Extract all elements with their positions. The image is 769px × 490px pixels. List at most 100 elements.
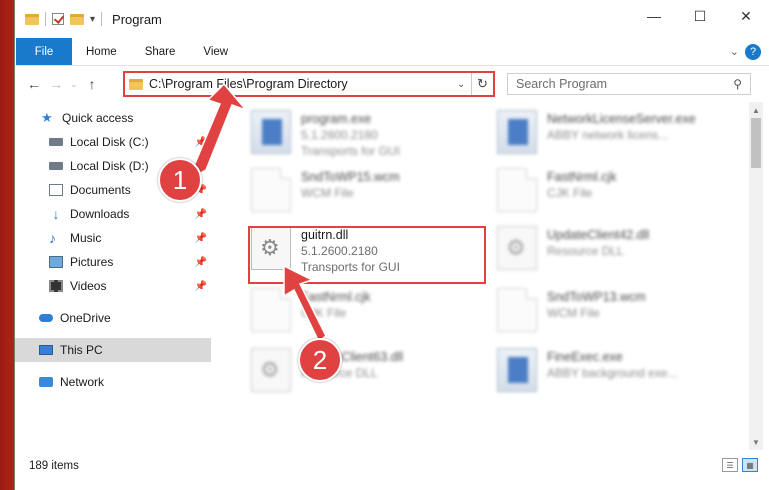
file-icon [497, 288, 537, 332]
maximize-button[interactable]: ☐ [677, 0, 723, 32]
refresh-icon[interactable]: ↻ [471, 73, 493, 95]
recent-locations-icon[interactable]: ⌄ [67, 79, 81, 90]
up-button[interactable]: ↑ [81, 76, 103, 92]
file-icon [251, 168, 291, 212]
tab-file[interactable]: File [16, 38, 72, 65]
file-item[interactable]: FastNrml.cjk CJK File [251, 286, 486, 340]
scroll-up-icon[interactable]: ▲ [749, 102, 763, 118]
details-view-icon[interactable]: ☰ [722, 458, 738, 472]
pin-icon[interactable]: 📌 [195, 209, 207, 220]
file-name: program.exe [301, 112, 372, 126]
file-item[interactable]: SndToWP13.wcm WCM File [497, 286, 732, 340]
file-item[interactable]: ⚙ UpdateClient42.dll Resource DLL [497, 224, 732, 278]
application-icon [251, 110, 291, 154]
help-icon[interactable]: ? [745, 43, 761, 60]
search-box[interactable]: ⚲ [507, 73, 751, 95]
folder-icon[interactable] [25, 13, 39, 25]
minimize-button[interactable]: — [631, 0, 677, 32]
ribbon-tabs: File Home Share View ⌄ ? [15, 38, 769, 66]
forward-button[interactable]: → [45, 76, 67, 92]
folder-icon [129, 78, 143, 90]
step-badge-1: 1 [158, 158, 202, 202]
divider [45, 12, 46, 26]
step-badge-2: 2 [298, 338, 342, 382]
divider [101, 12, 103, 26]
file-item[interactable]: FastNrml.cjk CJK File [497, 166, 732, 220]
address-path[interactable]: C:\Program Files\Program Directory [149, 77, 457, 91]
expand-ribbon-icon[interactable]: ⌄ [730, 45, 739, 58]
view-buttons: ☰ ▦ [722, 458, 758, 472]
vertical-scrollbar[interactable]: ▲ ▼ [749, 102, 763, 450]
drive-icon [49, 138, 63, 146]
pictures-icon [49, 256, 63, 268]
sidebar-item-label: Music [70, 231, 102, 245]
file-item[interactable]: ⚙ UpdateClient63.dll Resource DLL [251, 346, 486, 400]
highlight-box [248, 226, 486, 284]
pin-icon[interactable]: 📌 [195, 257, 207, 268]
sidebar-item-onedrive[interactable]: OneDrive [15, 306, 211, 330]
file-icon [497, 168, 537, 212]
sidebar-item-music[interactable]: ♪ Music 📌 [15, 226, 211, 250]
tab-view[interactable]: View [189, 38, 242, 65]
star-icon: ★ [41, 110, 53, 125]
file-icon [251, 288, 291, 332]
sidebar-item-this-pc[interactable]: This PC [15, 338, 211, 362]
tab-home[interactable]: Home [72, 38, 131, 65]
pin-icon[interactable]: 📌 [195, 281, 207, 292]
file-detail: WCM File [547, 306, 600, 320]
sidebar-item-label: This PC [60, 343, 103, 357]
chevron-down-icon[interactable]: ⌄ [457, 79, 471, 90]
file-name: FineExec.exe [547, 350, 623, 364]
back-button[interactable]: ← [23, 76, 45, 92]
properties-icon[interactable] [52, 13, 64, 25]
address-bar[interactable]: C:\Program Files\Program Directory ⌄ ↻ [123, 71, 495, 97]
tiles-view-icon[interactable]: ▦ [742, 458, 758, 472]
pin-icon[interactable]: 📌 [195, 233, 207, 244]
file-detail: Transports for GUI [301, 144, 400, 158]
new-folder-icon[interactable] [70, 13, 84, 25]
sidebar-item-local-disk-c[interactable]: Local Disk (C:) 📌 [15, 130, 211, 154]
sidebar-item-videos[interactable]: Videos 📌 [15, 274, 211, 298]
navigation-bar: ← → ⌄ ↑ C:\Program Files\Program Directo… [15, 66, 769, 102]
file-detail: 5.1.2600.2180 [301, 128, 378, 142]
file-name: SndToWP15.wcm [301, 170, 400, 184]
title-bar: ▾ Program — ☐ ✕ [15, 0, 769, 38]
file-detail: Resource DLL [547, 244, 624, 258]
window-controls: — ☐ ✕ [631, 0, 769, 32]
file-name: SndToWP13.wcm [547, 290, 646, 304]
download-icon: ↓ [52, 206, 60, 222]
file-name: FastNrml.cjk [547, 170, 617, 184]
tab-share[interactable]: Share [131, 38, 190, 65]
scroll-down-icon[interactable]: ▼ [749, 434, 763, 450]
sidebar-item-label: Local Disk (D:) [70, 159, 149, 173]
file-detail: ABBY background exe... [547, 366, 678, 380]
file-name: UpdateClient42.dll [547, 228, 650, 242]
sidebar-item-label: Pictures [70, 255, 114, 269]
item-count: 189 items [29, 460, 79, 472]
music-icon: ♪ [49, 230, 56, 246]
search-icon[interactable]: ⚲ [733, 77, 742, 91]
file-item[interactable]: NetworkLicenseServer.exe ABBY network li… [497, 108, 732, 162]
navigation-pane: ★ Quick access Local Disk (C:) 📌 Local D… [15, 102, 211, 450]
quick-access-toolbar: ▾ [25, 12, 103, 26]
scroll-thumb[interactable] [751, 118, 761, 168]
sidebar-item-network[interactable]: Network [15, 370, 211, 394]
onedrive-icon [39, 314, 53, 322]
dll-gear-icon: ⚙ [497, 226, 537, 270]
application-icon [497, 110, 537, 154]
drive-icon [49, 162, 63, 170]
pin-icon[interactable]: 📌 [195, 137, 207, 148]
customize-toolbar-icon[interactable]: ▾ [90, 14, 95, 25]
status-bar: 189 items ☰ ▦ [15, 456, 769, 476]
sidebar-item-quick-access[interactable]: ★ Quick access [15, 106, 211, 130]
sidebar-item-label: OneDrive [60, 311, 111, 325]
file-item[interactable]: program.exe 5.1.2600.2180 Transports for… [251, 108, 486, 162]
search-input[interactable] [516, 77, 734, 91]
sidebar-item-downloads[interactable]: ↓ Downloads 📌 [15, 202, 211, 226]
close-button[interactable]: ✕ [723, 0, 769, 32]
sidebar-item-label: Documents [70, 183, 131, 197]
network-icon [39, 377, 53, 387]
file-item[interactable]: SndToWP15.wcm WCM File [251, 166, 486, 220]
sidebar-item-pictures[interactable]: Pictures 📌 [15, 250, 211, 274]
file-item[interactable]: FineExec.exe ABBY background exe... [497, 346, 732, 400]
